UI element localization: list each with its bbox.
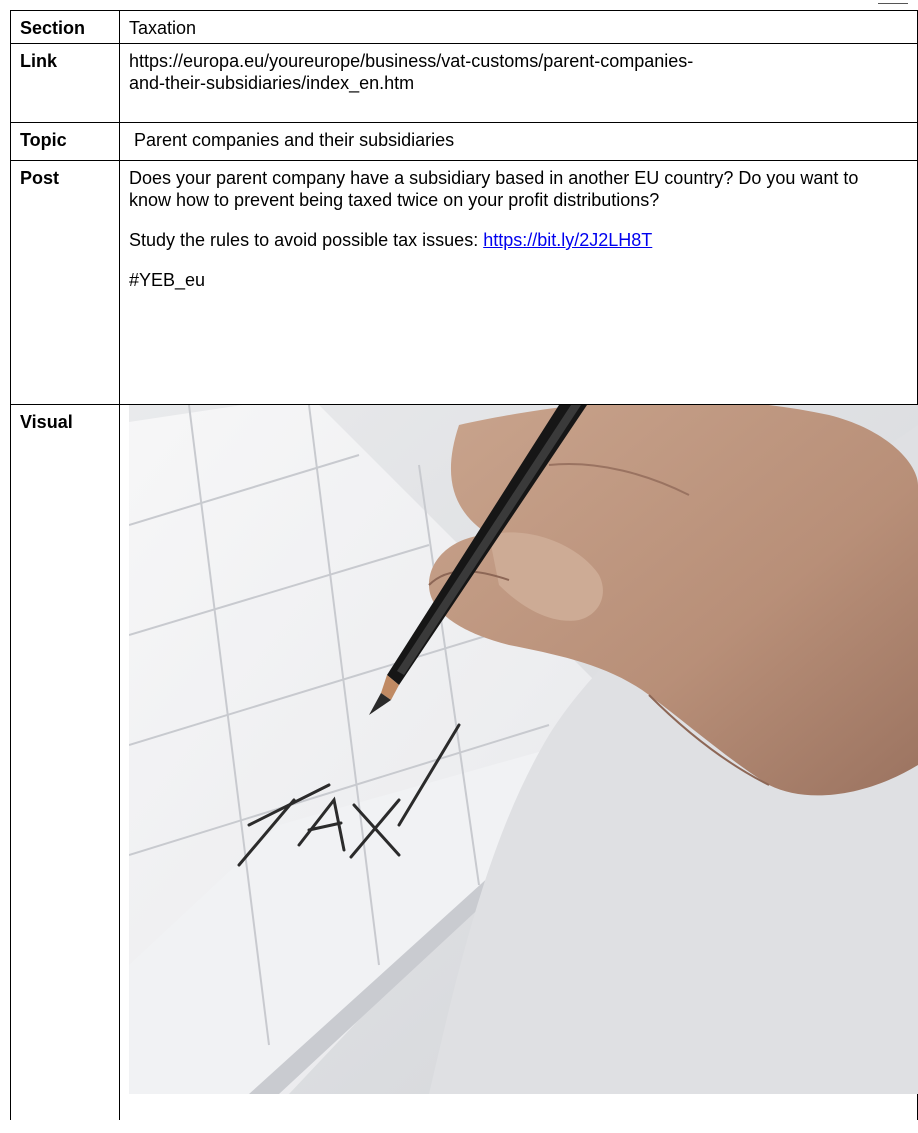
post-short-link[interactable]: https://bit.ly/2J2LH8T bbox=[483, 230, 652, 250]
page-bottom-margin bbox=[0, 1123, 918, 1133]
post-label: Post bbox=[20, 168, 60, 188]
row-topic: Topic Parent companies and their subsidi… bbox=[10, 122, 918, 161]
post-paragraph-1: Does your parent company have a subsidia… bbox=[129, 168, 859, 210]
post-paragraph-2: Study the rules to avoid possible tax is… bbox=[129, 229, 897, 251]
section-label: Section bbox=[20, 18, 86, 38]
link-label: Link bbox=[20, 51, 58, 71]
link-value: https://europa.eu/youreurope/business/va… bbox=[120, 44, 917, 94]
visual-label: Visual bbox=[20, 412, 73, 432]
row-visual: Visual bbox=[10, 404, 918, 1120]
post-hashtag: #YEB_eu bbox=[129, 270, 206, 290]
row-link: Link https://europa.eu/youreurope/busine… bbox=[10, 43, 918, 123]
link-value-line-1: https://europa.eu/youreurope/business/va… bbox=[129, 51, 694, 71]
row-post: Post Does your parent company have a sub… bbox=[10, 160, 918, 405]
topic-label: Topic bbox=[20, 130, 67, 150]
row-section: Section Taxation bbox=[10, 10, 918, 44]
page-corner-mark bbox=[878, 0, 908, 4]
section-value: Taxation bbox=[129, 18, 197, 38]
content-table: Section Taxation Link https://europa.eu/… bbox=[10, 10, 918, 1120]
topic-value: Parent companies and their subsidiaries bbox=[134, 130, 455, 150]
link-value-line-2: and-their-subsidiaries/index_en.htm bbox=[129, 73, 415, 93]
post-cta-text: Study the rules to avoid possible tax is… bbox=[129, 230, 484, 250]
post-body: Does your parent company have a subsidia… bbox=[120, 161, 917, 291]
tax-photo bbox=[129, 405, 918, 1094]
tax-photo-illustration bbox=[129, 405, 918, 1094]
